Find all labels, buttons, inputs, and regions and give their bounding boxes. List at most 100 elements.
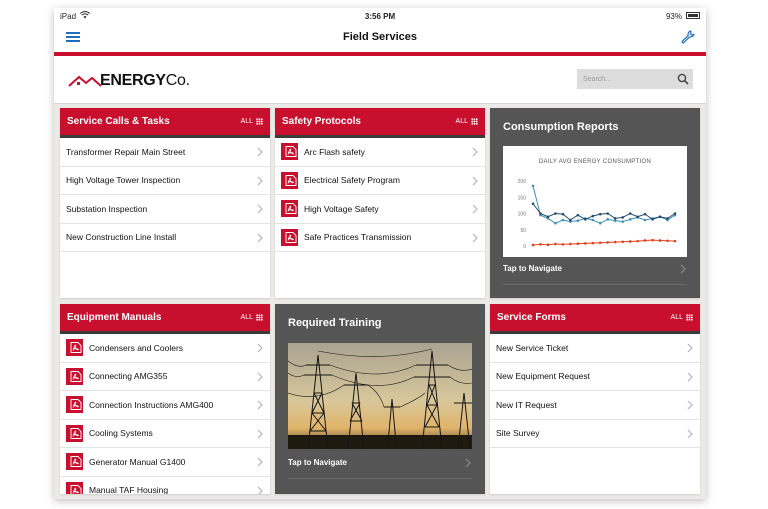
tile-title: Consumption Reports <box>503 121 619 133</box>
list-item-label: Generator Manual G1400 <box>89 456 186 467</box>
list-item[interactable]: Arc Flash safety <box>275 138 485 167</box>
grid-icon <box>256 314 263 321</box>
list-item[interactable]: New Construction Line Install <box>60 223 270 252</box>
pdf-icon <box>281 171 298 189</box>
data-point <box>531 202 535 206</box>
service-forms-list: New Service Ticket New Equipment Request N… <box>490 334 700 448</box>
list-item[interactable]: Safe Practices Transmission <box>275 223 485 252</box>
battery-percent: 93% <box>665 12 682 21</box>
chevron-right-icon <box>257 486 263 494</box>
list-item-label: Safe Practices Transmission <box>304 232 412 243</box>
chevron-right-icon <box>687 400 693 410</box>
data-point <box>598 241 602 245</box>
chevron-right-icon <box>472 176 478 185</box>
data-point <box>554 242 557 246</box>
y-tick-label: 200 <box>518 179 527 185</box>
panel-header: Equipment Manuals ALL <box>60 304 270 334</box>
safety-protocols-list: Arc Flash safety Electrical Safety Progra… <box>275 138 485 252</box>
battery-icon <box>686 12 700 19</box>
panel-title: Equipment Manuals <box>67 312 162 323</box>
list-item[interactable]: Connecting AMG355 <box>60 362 270 391</box>
data-point <box>606 218 610 221</box>
data-point <box>584 242 587 245</box>
view-all-label: ALL <box>670 314 683 321</box>
chevron-right-icon <box>257 343 263 353</box>
data-point <box>673 239 677 243</box>
chevron-right-icon <box>465 458 471 468</box>
page-title: Field Services <box>343 31 417 43</box>
data-point <box>598 221 602 225</box>
tap-to-navigate-link[interactable]: Tap to Navigate <box>503 264 562 273</box>
list-item-label: High Voltage Tower Inspection <box>66 175 181 186</box>
list-item[interactable]: Transformer Repair Main Street <box>60 138 270 167</box>
list-item[interactable]: New IT Request <box>490 391 700 420</box>
search-icon[interactable] <box>677 73 689 85</box>
list-item[interactable]: High Voltage Safety <box>275 195 485 224</box>
data-point <box>561 218 565 222</box>
view-all-button[interactable]: ALL <box>671 314 693 321</box>
data-point <box>613 240 617 244</box>
data-point <box>606 212 610 215</box>
view-all-button[interactable]: ALL <box>241 314 263 321</box>
equipment-manuals-list: Condensers and Coolers Connecting AMG355 C… <box>60 334 270 494</box>
list-item-label: Connection Instructions AMG400 <box>89 399 214 410</box>
data-point <box>576 219 580 222</box>
chevron-right-icon <box>472 204 478 214</box>
view-all-button[interactable]: ALL <box>241 118 263 125</box>
panel-header: Service Forms ALL <box>490 304 700 334</box>
data-point <box>621 216 624 219</box>
house-roof-icon <box>68 75 102 87</box>
list-item[interactable]: High Voltage Tower Inspection <box>60 166 270 195</box>
list-item[interactable]: Condensers and Coolers <box>60 334 270 363</box>
pdf-icon <box>281 228 298 246</box>
list-item-label: Substation Inspection <box>66 203 148 214</box>
y-tick-label: 50 <box>520 228 526 234</box>
y-tick-label: 150 <box>518 195 527 201</box>
brand-name-suffix: Co. <box>165 72 190 89</box>
chevron-right-icon <box>680 264 686 274</box>
list-item-label: Site Survey <box>496 428 540 439</box>
list-item[interactable]: New Service Ticket <box>490 334 700 363</box>
list-item[interactable]: Connection Instructions AMG400 <box>60 391 270 420</box>
list-item[interactable]: Substation Inspection <box>60 195 270 224</box>
data-point <box>561 243 565 246</box>
data-point <box>531 184 535 188</box>
chevron-right-icon <box>257 429 263 438</box>
data-point <box>666 217 669 220</box>
view-all-label: ALL <box>240 314 253 321</box>
data-point <box>628 212 632 215</box>
list-item[interactable]: Site Survey <box>490 419 700 448</box>
safety-protocols-panel: Safety Protocols ALL Arc Flash safety Ele… <box>275 108 485 298</box>
tile-title: Required Training <box>288 317 382 329</box>
view-all-button[interactable]: ALL <box>456 118 478 125</box>
y-tick-label: 0 <box>523 244 526 250</box>
search-input[interactable] <box>577 69 673 89</box>
service-calls-list: Transformer Repair Main Street High Volta… <box>60 138 270 252</box>
data-point <box>546 215 550 219</box>
list-item[interactable]: Manual TAF Housing <box>60 476 270 494</box>
data-point <box>584 218 587 221</box>
panel-title: Service Calls & Tasks <box>67 116 170 127</box>
data-point <box>569 218 572 222</box>
data-point <box>576 213 580 217</box>
list-item-label: New Equipment Request <box>496 371 591 382</box>
data-point <box>591 214 595 218</box>
list-item[interactable]: Electrical Safety Program <box>275 166 485 195</box>
consumption-reports-tile[interactable]: Consumption Reports DAILY AVG ENERGY CON… <box>490 108 700 298</box>
brand-name-bold: ENERGY <box>100 72 166 89</box>
required-training-tile[interactable]: Required Training Tap to Navigate <box>275 304 485 494</box>
chart-plot: 0 50 100 150 200 <box>518 179 677 250</box>
data-point <box>613 217 617 220</box>
pdf-icon <box>281 143 298 161</box>
power-lines-photo <box>288 343 472 449</box>
list-item[interactable]: Generator Manual G1400 <box>60 448 270 477</box>
list-item-label: New Service Ticket <box>496 342 569 353</box>
tap-to-navigate-link[interactable]: Tap to Navigate <box>288 458 347 467</box>
data-point <box>561 212 565 216</box>
panel-header: Service Calls & Tasks ALL <box>60 108 270 138</box>
wrench-icon[interactable] <box>680 29 696 45</box>
list-item[interactable]: Cooling Systems <box>60 419 270 448</box>
chevron-right-icon <box>257 233 263 242</box>
service-calls-panel: Service Calls & Tasks ALL Transformer Re… <box>60 108 270 298</box>
list-item[interactable]: New Equipment Request <box>490 362 700 391</box>
